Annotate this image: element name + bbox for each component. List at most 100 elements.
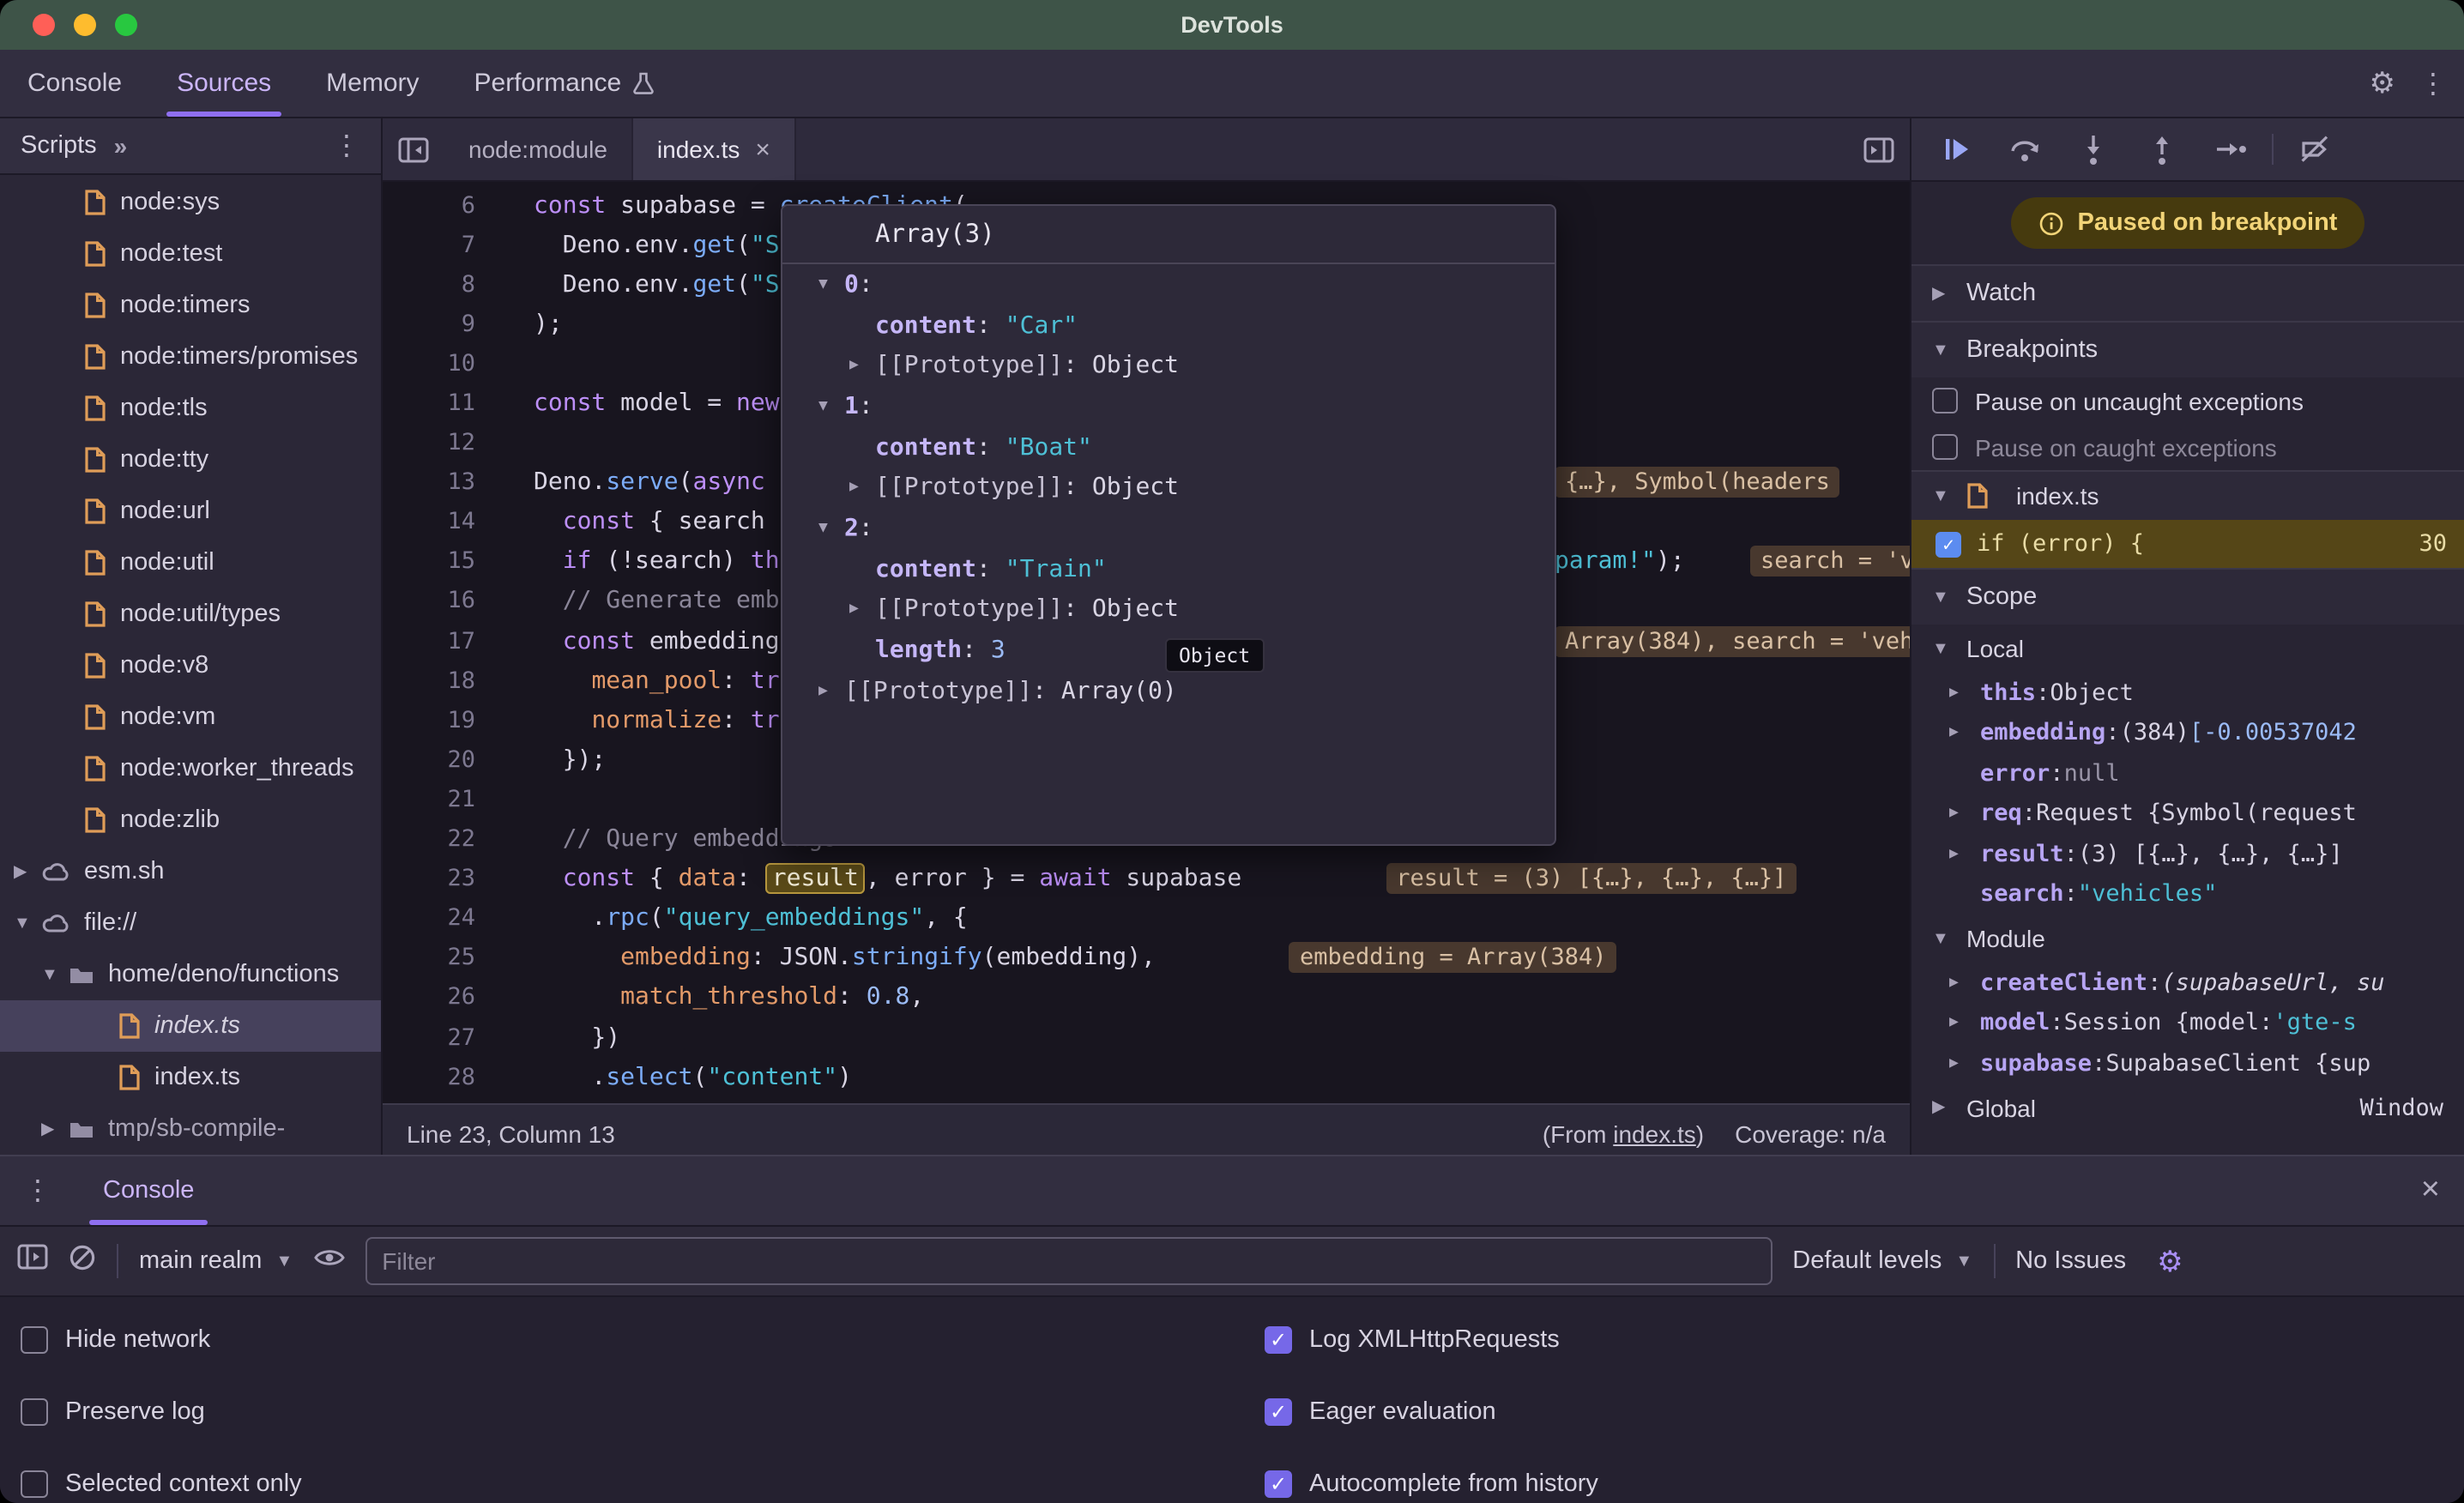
issues-counter[interactable]: No Issues: [2015, 1247, 2126, 1275]
line-number[interactable]: 16: [383, 588, 499, 615]
line-number[interactable]: 6: [383, 191, 499, 219]
console-setting-log-xmlhttprequests[interactable]: Log XMLHttpRequests: [1265, 1304, 1598, 1376]
chevron-down-icon[interactable]: ▼: [41, 965, 69, 984]
zoom-window-button[interactable]: [115, 14, 137, 36]
deactivate-breakpoints-icon[interactable]: [2280, 118, 2349, 180]
scope-section-header[interactable]: ▼ Scope: [1911, 568, 2464, 625]
chevron-right-icon[interactable]: ▶: [14, 862, 41, 881]
scope-group-local[interactable]: ▼Local: [1911, 625, 2464, 673]
scope-variable-row[interactable]: ▶supabase: SupabaseClient {sup: [1911, 1043, 2464, 1083]
line-number[interactable]: 8: [383, 270, 499, 298]
chevron-right-icon[interactable]: ▶: [1949, 685, 1980, 702]
step-icon[interactable]: [2196, 118, 2265, 180]
tree-item-node-tty[interactable]: node:tty: [0, 434, 381, 486]
console-setting-preserve-log[interactable]: Preserve log: [21, 1376, 1265, 1448]
chevron-right-icon[interactable]: ▶: [849, 601, 875, 619]
checkbox[interactable]: [21, 1470, 48, 1498]
tree-item-node-util-types[interactable]: node:util/types: [0, 589, 381, 640]
popup-property-row[interactable]: ▶[[Prototype]]: Array(0): [782, 671, 1555, 711]
chevron-right-icon[interactable]: ▶: [849, 480, 875, 497]
editor-tab-index-ts[interactable]: index.ts×: [633, 118, 796, 180]
navigator-tab-scripts[interactable]: Scripts: [21, 132, 97, 160]
watch-section-header[interactable]: ▶ Watch: [1911, 264, 2464, 321]
checkbox[interactable]: [1265, 1470, 1292, 1498]
console-settings-gear-icon[interactable]: ⚙: [2157, 1246, 2183, 1276]
popup-property-row[interactable]: content: "Boat": [782, 427, 1555, 468]
line-number[interactable]: 20: [383, 746, 499, 774]
pause-uncaught-checkbox[interactable]: [1932, 388, 1958, 413]
tree-item-node-vm[interactable]: node:vm: [0, 691, 381, 743]
toggle-navigator-icon[interactable]: [383, 118, 444, 180]
chevron-right-icon[interactable]: ▶: [1949, 1055, 1980, 1072]
chevron-down-icon[interactable]: ▼: [14, 914, 41, 933]
console-setting-autocomplete-from-history[interactable]: Autocomplete from history: [1265, 1448, 1598, 1503]
close-drawer-icon[interactable]: ×: [2421, 1172, 2440, 1210]
tree-item-node-tls[interactable]: node:tls: [0, 383, 381, 434]
line-number[interactable]: 15: [383, 548, 499, 576]
popup-property-row[interactable]: ▶[[Prototype]]: Object: [782, 589, 1555, 630]
chevron-down-icon[interactable]: ▼: [818, 520, 844, 537]
step-over-icon[interactable]: [1990, 118, 2059, 180]
chevron-right-icon[interactable]: ▶: [1949, 725, 1980, 742]
chevron-double-right-icon[interactable]: »: [114, 132, 128, 160]
popup-property-row[interactable]: ▼1:: [782, 386, 1555, 426]
tree-item-node-zlib[interactable]: node:zlib: [0, 794, 381, 846]
console-setting-selected-context-only[interactable]: Selected context only: [21, 1448, 1265, 1503]
breakpoint-entry[interactable]: if (error) { 30: [1911, 520, 2464, 568]
scope-group-global[interactable]: ▶GlobalWindow: [1911, 1083, 2464, 1132]
chevron-right-icon[interactable]: ▶: [818, 682, 844, 699]
scope-variable-row[interactable]: ▶result: (3) [{…}, {…}, {…}]: [1911, 834, 2464, 874]
drawer-kebab-menu-icon[interactable]: ⋮: [24, 1174, 51, 1208]
minimize-window-button[interactable]: [74, 14, 96, 36]
popup-property-row[interactable]: ▶[[Prototype]]: Object: [782, 468, 1555, 508]
tree-item-node-worker-threads[interactable]: node:worker_threads: [0, 743, 381, 794]
chevron-right-icon[interactable]: ▶: [1949, 846, 1980, 863]
editor-tab-node-module[interactable]: node:module: [444, 118, 633, 180]
main-tab-memory[interactable]: Memory: [299, 50, 446, 117]
line-number[interactable]: 25: [383, 945, 499, 972]
line-number[interactable]: 23: [383, 865, 499, 892]
main-tab-performance[interactable]: Performance: [447, 50, 682, 117]
tree-item-file-[interactable]: ▼file://: [0, 897, 381, 949]
tree-item-index-ts[interactable]: index.ts: [0, 1052, 381, 1103]
chevron-down-icon[interactable]: ▼: [818, 276, 844, 293]
resume-icon[interactable]: [1922, 118, 1990, 180]
scope-variable-row[interactable]: ▶model: Session {model: 'gte-s: [1911, 1003, 2464, 1043]
chevron-right-icon[interactable]: ▶: [1949, 975, 1980, 992]
checkbox[interactable]: [1265, 1398, 1292, 1426]
step-out-icon[interactable]: [2128, 118, 2196, 180]
chevron-right-icon[interactable]: ▶: [1949, 1015, 1980, 1032]
line-number[interactable]: 14: [383, 509, 499, 536]
close-tab-icon[interactable]: ×: [755, 135, 770, 164]
navigator-kebab-menu-icon[interactable]: ⋮: [333, 129, 360, 163]
line-number[interactable]: 27: [383, 1023, 499, 1051]
line-number[interactable]: 26: [383, 984, 499, 1011]
tree-item-home-deno-functions[interactable]: ▼home/deno/functions: [0, 949, 381, 1000]
line-number[interactable]: 22: [383, 825, 499, 853]
tree-item-node-util[interactable]: node:util: [0, 537, 381, 589]
drawer-tab-console[interactable]: Console: [82, 1156, 214, 1225]
chevron-right-icon[interactable]: ▶: [1949, 806, 1980, 823]
breakpoint-file-group[interactable]: ▼ index.ts: [1911, 470, 2464, 520]
tree-item-node-sys[interactable]: node:sys: [0, 177, 381, 228]
line-number[interactable]: 18: [383, 667, 499, 694]
line-number[interactable]: 9: [383, 311, 499, 338]
console-filter-input[interactable]: [365, 1237, 1772, 1285]
breakpoint-checkbox[interactable]: [1936, 531, 1961, 557]
popup-property-row[interactable]: ▼2:: [782, 508, 1555, 548]
main-tab-console[interactable]: Console: [0, 50, 149, 117]
checkbox[interactable]: [1265, 1326, 1292, 1354]
breakpoints-section-header[interactable]: ▼ Breakpoints: [1911, 321, 2464, 377]
tree-item-tmp-sb-compile-[interactable]: ▶tmp/sb-compile-: [0, 1103, 381, 1155]
line-number[interactable]: 17: [383, 627, 499, 655]
chevron-down-icon[interactable]: ▼: [818, 398, 844, 415]
line-number[interactable]: 7: [383, 231, 499, 258]
line-number[interactable]: 24: [383, 904, 499, 932]
scope-variable-row[interactable]: ▶this: Object: [1911, 673, 2464, 713]
tree-item-node-v8[interactable]: node:v8: [0, 640, 381, 691]
main-tab-sources[interactable]: Sources: [149, 50, 299, 117]
clear-console-icon[interactable]: [69, 1243, 96, 1279]
execution-context-selector[interactable]: main realm▼: [139, 1247, 293, 1275]
toggle-debugger-sidebar-icon[interactable]: [1848, 118, 1910, 180]
tree-item-node-test[interactable]: node:test: [0, 228, 381, 280]
